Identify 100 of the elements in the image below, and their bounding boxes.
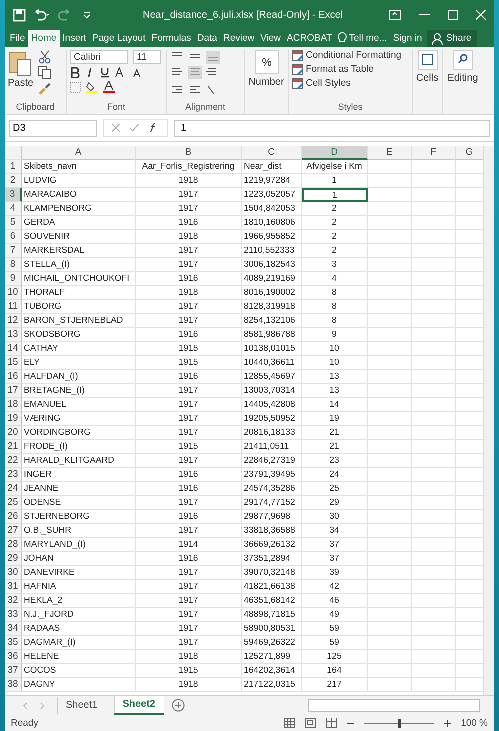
styles-menu-button[interactable]: Cell Styles bbox=[292, 78, 409, 89]
check-icon[interactable] bbox=[130, 124, 139, 132]
row-header[interactable]: 19 bbox=[5, 412, 22, 426]
ribbon-tab[interactable]: Insert bbox=[60, 30, 90, 47]
row-header[interactable]: 12 bbox=[5, 314, 22, 328]
row-header[interactable]: 22 bbox=[5, 454, 22, 468]
cells-icon[interactable] bbox=[418, 50, 438, 70]
row-header[interactable]: 28 bbox=[5, 538, 22, 552]
fill-color-icon[interactable] bbox=[86, 81, 98, 93]
row-header[interactable]: 8 bbox=[5, 258, 22, 272]
formula-input[interactable]: 1 bbox=[174, 120, 490, 136]
copy-icon[interactable] bbox=[38, 66, 52, 80]
ribbon-tab[interactable]: Formulas bbox=[148, 30, 194, 47]
tell-me-button[interactable]: Tell me... bbox=[335, 30, 390, 47]
customize-icon[interactable] bbox=[83, 11, 91, 19]
row-header[interactable]: 14 bbox=[5, 342, 22, 356]
horizontal-scrollbar[interactable] bbox=[308, 699, 480, 712]
row-header[interactable]: 23 bbox=[5, 468, 22, 482]
cells-button[interactable]: Cells bbox=[416, 73, 439, 84]
column-header[interactable]: B bbox=[136, 146, 242, 160]
sheet-tab[interactable]: Sheet1 bbox=[57, 697, 106, 714]
add-sheet-icon[interactable] bbox=[172, 699, 184, 712]
ribbon-tab[interactable]: View bbox=[258, 30, 284, 47]
font-name-field[interactable]: Calibri bbox=[70, 50, 128, 64]
styles-menu-button[interactable]: Format as Table bbox=[292, 64, 409, 75]
ribbon-tab[interactable]: ACROBAT bbox=[284, 30, 336, 47]
row-header[interactable]: 3 bbox=[5, 188, 22, 202]
row-header[interactable]: 38 bbox=[5, 678, 22, 692]
name-box[interactable]: D3 bbox=[9, 120, 97, 136]
row-header[interactable]: 25 bbox=[5, 496, 22, 510]
row-header[interactable]: 17 bbox=[5, 384, 22, 398]
font-size-field[interactable]: 11 bbox=[133, 50, 161, 64]
row-header[interactable]: 18 bbox=[5, 398, 22, 412]
row-header[interactable]: 11 bbox=[5, 300, 22, 314]
percent-icon[interactable]: % bbox=[254, 50, 278, 74]
row-header[interactable]: 29 bbox=[5, 552, 22, 566]
row-header[interactable]: 15 bbox=[5, 356, 22, 370]
row-header[interactable]: 16 bbox=[5, 370, 22, 384]
row-header[interactable]: 37 bbox=[5, 664, 22, 678]
sign-in-link[interactable]: Sign in bbox=[390, 30, 426, 47]
ribbon-tab[interactable]: Data bbox=[194, 30, 220, 47]
row-header[interactable]: 5 bbox=[5, 216, 22, 230]
close-icon[interactable] bbox=[476, 10, 486, 20]
underline-icon[interactable] bbox=[100, 67, 110, 78]
column-header[interactable]: C bbox=[242, 146, 302, 160]
row-header[interactable]: 31 bbox=[5, 580, 22, 594]
column-header[interactable]: F bbox=[412, 146, 456, 160]
page-break-icon[interactable] bbox=[326, 718, 338, 728]
row-header[interactable]: 6 bbox=[5, 230, 22, 244]
undo-icon[interactable] bbox=[33, 9, 51, 21]
column-header[interactable]: A bbox=[22, 146, 136, 160]
editing-button[interactable]: Editing bbox=[448, 73, 478, 84]
paintbrush-icon[interactable] bbox=[38, 82, 52, 96]
row-header[interactable]: 34 bbox=[5, 622, 22, 636]
save-icon[interactable] bbox=[13, 8, 26, 22]
ribbon-tab[interactable]: File bbox=[7, 30, 28, 47]
row-header[interactable]: 35 bbox=[5, 636, 22, 650]
row-header[interactable]: 1 bbox=[5, 160, 22, 174]
zoom-in-icon[interactable] bbox=[444, 720, 452, 726]
normal-view-icon[interactable] bbox=[284, 718, 296, 728]
search-icon[interactable] bbox=[453, 50, 473, 70]
row-header[interactable]: 36 bbox=[5, 650, 22, 664]
row-header[interactable]: 21 bbox=[5, 440, 22, 454]
font-color-icon[interactable] bbox=[103, 81, 115, 93]
maximize-icon[interactable] bbox=[448, 10, 458, 20]
bold-icon[interactable] bbox=[70, 67, 80, 78]
ribbon-tab[interactable]: Home bbox=[28, 30, 60, 47]
share-button[interactable]: Share bbox=[427, 30, 477, 47]
row-header[interactable]: 10 bbox=[5, 286, 22, 300]
zoom-slider-thumb[interactable] bbox=[398, 718, 402, 728]
row-header[interactable]: 9 bbox=[5, 272, 22, 286]
row-header[interactable]: 26 bbox=[5, 510, 22, 524]
table-cell: 1 bbox=[302, 188, 368, 202]
number-button[interactable]: Number bbox=[248, 77, 284, 88]
row-header[interactable]: 7 bbox=[5, 244, 22, 258]
styles-menu-button[interactable]: Conditional Formatting bbox=[292, 50, 409, 61]
row-header[interactable]: 27 bbox=[5, 524, 22, 538]
row-header[interactable]: 13 bbox=[5, 328, 22, 342]
row-header[interactable]: 32 bbox=[5, 594, 22, 608]
table-cell: Near_dist bbox=[242, 160, 302, 174]
ribbon-display-icon[interactable] bbox=[389, 10, 401, 20]
column-header[interactable]: E bbox=[368, 146, 412, 160]
ribbon-tab[interactable]: Review bbox=[220, 30, 258, 47]
row-header[interactable]: 2 bbox=[5, 174, 22, 188]
row-header[interactable]: 30 bbox=[5, 566, 22, 580]
row-header[interactable]: 20 bbox=[5, 426, 22, 440]
row-header[interactable]: 24 bbox=[5, 482, 22, 496]
scissors-icon[interactable] bbox=[38, 50, 52, 64]
row-header[interactable]: 4 bbox=[5, 202, 22, 216]
zoom-level[interactable]: 100 % bbox=[461, 718, 488, 728]
sheet-tab[interactable]: Sheet2 bbox=[114, 696, 164, 715]
ribbon-tab[interactable]: Page Layout bbox=[89, 30, 149, 47]
column-header[interactable]: D bbox=[302, 146, 368, 160]
borders-icon[interactable] bbox=[70, 82, 81, 92]
paste-button[interactable]: Paste bbox=[8, 50, 34, 102]
vertical-scrollbar[interactable] bbox=[483, 146, 494, 695]
table-cell: DANEVIRKE bbox=[22, 566, 136, 580]
column-header[interactable]: G bbox=[456, 146, 483, 160]
page-layout-icon[interactable] bbox=[305, 718, 316, 728]
row-header[interactable]: 33 bbox=[5, 608, 22, 622]
